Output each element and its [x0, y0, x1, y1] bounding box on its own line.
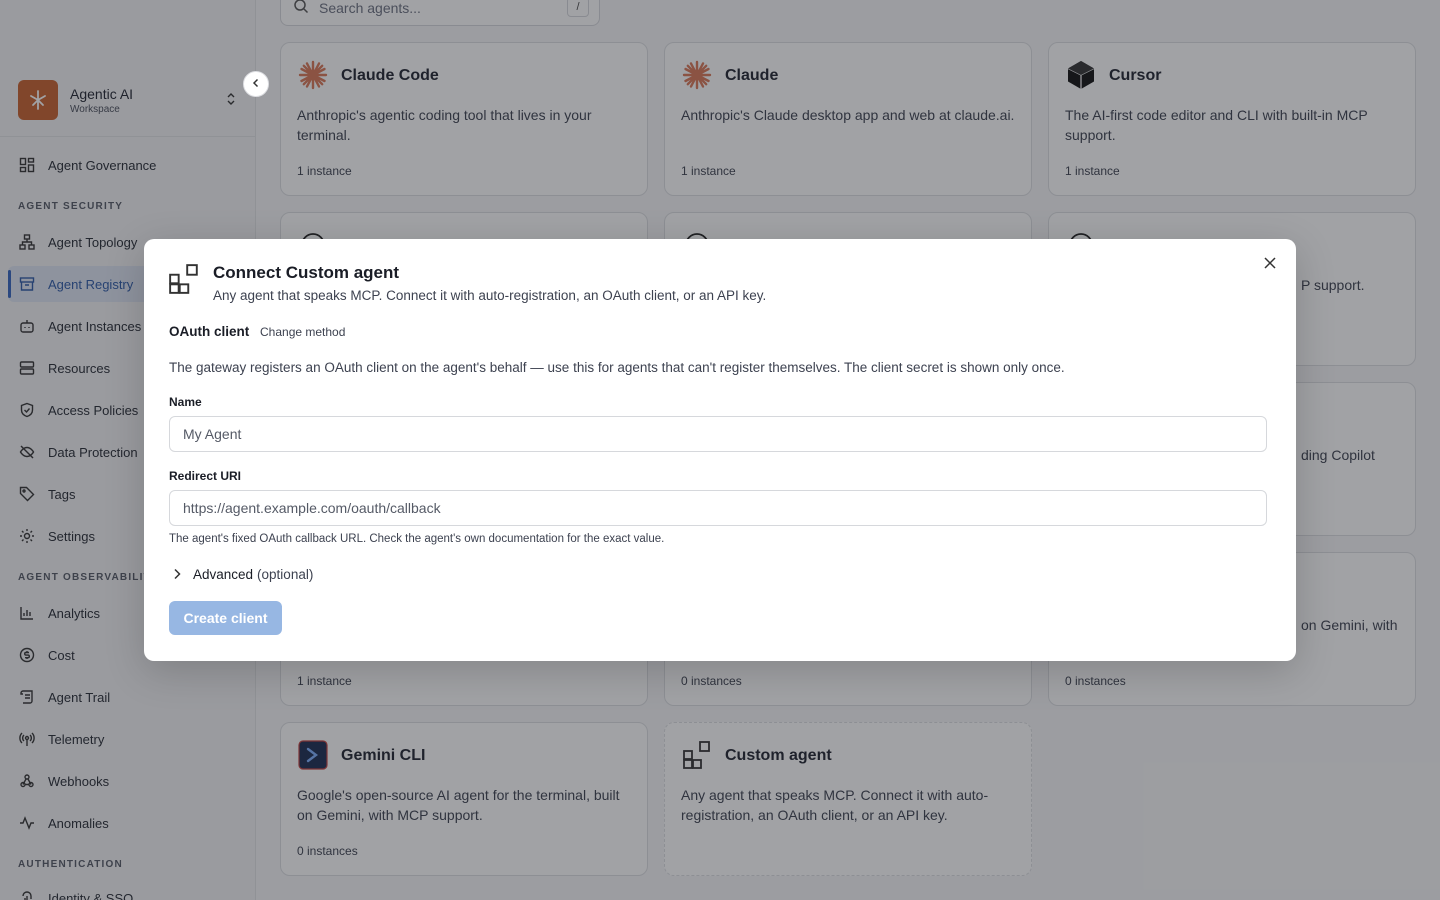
method-description: The gateway registers an OAuth client on…: [169, 360, 1065, 375]
change-method-button[interactable]: Change method: [260, 325, 345, 339]
chevron-left-icon: [251, 75, 261, 93]
chevron-right-icon: [169, 566, 185, 582]
create-client-button[interactable]: Create client: [169, 601, 282, 635]
connect-agent-dialog: Connect Custom agent Any agent that spea…: [144, 239, 1296, 661]
name-field[interactable]: [169, 416, 1267, 452]
dialog-subtitle: Any agent that speaks MCP. Connect it wi…: [213, 288, 767, 303]
custom-agent-icon: [168, 263, 200, 295]
close-button[interactable]: [1260, 255, 1280, 275]
redirect-uri-label: Redirect URI: [169, 469, 242, 483]
advanced-label: Advanced: [193, 566, 254, 582]
selected-method: OAuth client: [169, 324, 250, 339]
name-label: Name: [169, 395, 202, 409]
redirect-uri-help: The agent's fixed OAuth callback URL. Ch…: [169, 533, 665, 545]
advanced-hint: (optional): [257, 566, 314, 582]
redirect-uri-field[interactable]: [169, 490, 1267, 526]
close-icon: [1264, 256, 1276, 274]
advanced-toggle[interactable]: Advanced (optional): [169, 564, 313, 584]
collapse-sidebar-button[interactable]: [243, 71, 269, 97]
dialog-title: Connect Custom agent: [213, 263, 400, 282]
